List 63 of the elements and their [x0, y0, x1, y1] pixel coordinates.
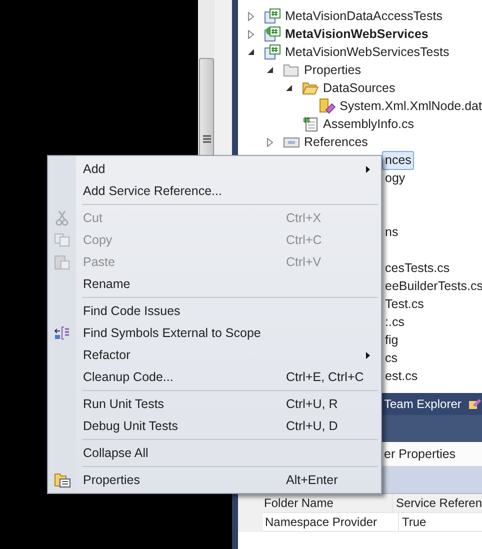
menu-item[interactable]: Refactor: [48, 344, 381, 366]
property-name: Namespace Provider: [263, 513, 399, 532]
collapsed-arrow-icon[interactable]: [267, 138, 273, 146]
tree-item[interactable]: MetaVisionWebServices: [285, 27, 428, 41]
web-project-icon: [264, 26, 281, 42]
folder-icon: [302, 80, 319, 96]
pencil-icon[interactable]: [469, 398, 482, 410]
menu-item[interactable]: Debug Unit Tests Ctrl+U, D: [48, 415, 381, 437]
properties-icon: [54, 472, 70, 488]
menu-item[interactable]: Find Code Issues: [48, 300, 381, 322]
tree-item[interactable]: Properties: [304, 63, 361, 77]
copy-icon: [54, 233, 70, 247]
menu-item[interactable]: Add Service Reference...: [48, 180, 381, 202]
tree-item[interactable]: Test.cs: [382, 294, 427, 314]
menu-item[interactable]: Collapse All: [48, 442, 381, 464]
tree-item[interactable]: System.Xml.XmlNode.dat: [340, 99, 482, 113]
shortcut-text: Ctrl+U, D: [286, 419, 338, 433]
tree-item[interactable]: cesTests.cs: [382, 258, 453, 278]
property-row[interactable]: Folder Name Service Referen: [238, 494, 482, 513]
grip-icon: [203, 135, 211, 143]
data-source-icon: [318, 98, 336, 114]
collapsed-arrow-icon[interactable]: [248, 12, 254, 20]
tree-item[interactable]: ns: [382, 222, 402, 242]
tree-item[interactable]: ogy: [382, 168, 408, 188]
shortcut-text: Ctrl+V: [286, 255, 322, 269]
menu-item[interactable]: Find Symbols External to Scope: [48, 322, 381, 344]
shortcut-text: Ctrl+X: [286, 211, 322, 225]
csharp-project-icon: [264, 44, 281, 60]
paste-icon: [54, 254, 70, 270]
csharp-project-icon: [264, 8, 281, 24]
scissors-icon: [55, 210, 69, 226]
tree-item[interactable]: References: [304, 135, 368, 149]
tree-item[interactable]: nces: [382, 150, 414, 170]
tree-item[interactable]: :.cs: [382, 312, 408, 332]
property-name: Folder Name: [262, 494, 393, 513]
tree-item[interactable]: MetaVisionWebServicesTests: [285, 45, 450, 59]
tree-item[interactable]: fig: [382, 330, 402, 350]
shortcut-text: Ctrl+U, R: [286, 397, 338, 411]
menu-item[interactable]: Add: [48, 158, 381, 180]
menu-item[interactable]: Cleanup Code... Ctrl+E, Ctrl+C: [48, 366, 381, 388]
tree-item[interactable]: MetaVisionDataAccessTests: [285, 9, 442, 23]
property-value: Service Referen: [392, 494, 482, 513]
expanded-arrow-icon[interactable]: [266, 66, 274, 74]
expanded-arrow-icon[interactable]: [286, 84, 292, 92]
expanded-arrow-icon[interactable]: [248, 48, 254, 56]
shortcut-text: Ctrl+C: [286, 233, 322, 247]
menu-item[interactable]: Rename: [48, 273, 381, 295]
collapsed-arrow-icon[interactable]: [248, 30, 254, 38]
properties-title: er Properties: [384, 447, 456, 461]
tree-item[interactable]: AssemblyInfo.cs: [323, 117, 414, 131]
csharp-file-icon: [302, 116, 319, 132]
team-explorer-tab[interactable]: Team Explorer: [384, 397, 462, 411]
property-value: True: [399, 513, 482, 532]
menu-item[interactable]: Run Unit Tests Ctrl+U, R: [48, 393, 381, 415]
shortcut-text: Ctrl+E, Ctrl+C: [286, 370, 364, 384]
shortcut-text: Alt+Enter: [286, 473, 338, 487]
tree-item[interactable]: est.cs: [382, 366, 421, 386]
folder-icon: [283, 62, 300, 78]
symbols-icon: [54, 326, 70, 340]
property-row[interactable]: Namespace Provider True: [238, 513, 482, 532]
menu-item[interactable]: Properties Alt+Enter: [48, 469, 381, 491]
tree-item[interactable]: DataSources: [323, 81, 396, 95]
tree-item[interactable]: cs: [382, 348, 400, 368]
